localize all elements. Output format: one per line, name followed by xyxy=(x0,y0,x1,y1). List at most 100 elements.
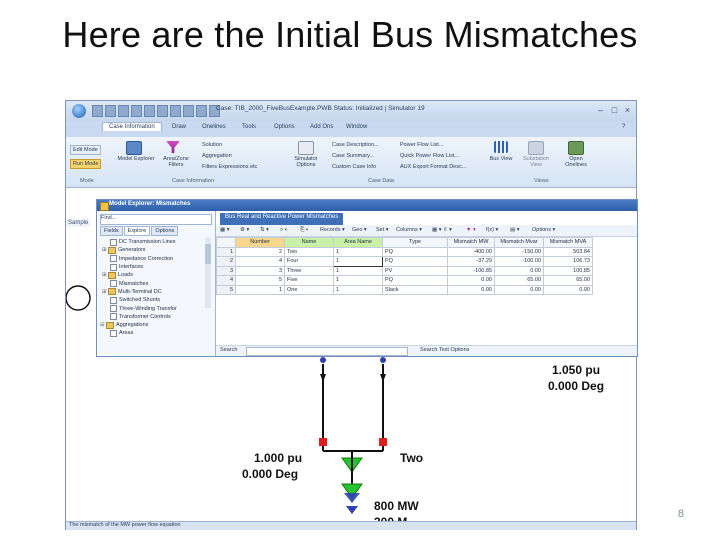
area-zone-filters-button[interactable]: Area/Zone Filters xyxy=(156,156,196,168)
tab-explore[interactable]: Explore xyxy=(123,226,151,236)
cell-type[interactable]: PV xyxy=(382,265,448,276)
col-number[interactable]: Number xyxy=(235,237,285,248)
bus-view-button[interactable]: Bus View xyxy=(486,156,516,162)
cell-name[interactable]: Five xyxy=(284,275,334,286)
aggregation-menu[interactable]: Aggregation xyxy=(202,153,232,159)
qat-button[interactable] xyxy=(170,105,181,117)
app-menu-orb-icon[interactable] xyxy=(72,104,86,118)
tree-item-areas[interactable]: Areas xyxy=(100,329,210,337)
cell-name[interactable]: Three xyxy=(284,265,334,276)
tree-item-generators[interactable]: ⊞ Generators xyxy=(100,246,210,254)
cell-type[interactable]: Slack xyxy=(382,284,448,295)
tree-item-impedance-correction[interactable]: Impedance Correction xyxy=(100,255,210,263)
cell-mismatch-mva[interactable]: 100.85 xyxy=(543,265,593,276)
col-name[interactable]: Name xyxy=(284,237,334,248)
simulator-options-icon[interactable] xyxy=(298,141,314,155)
cell-mismatch-mvar[interactable]: 65.00 xyxy=(494,275,544,286)
col-mismatch-mw[interactable]: Mismatch MW xyxy=(447,237,495,248)
tree-item-three-winding-transformers[interactable]: Three-Winding Transfor xyxy=(100,304,210,313)
tree-item-loads[interactable]: ⊞ Loads xyxy=(100,271,210,279)
grid-find-icon[interactable]: ⌕ ▾ xyxy=(280,227,287,234)
grid-options-menu[interactable]: Options ▾ xyxy=(532,227,555,233)
substation-view-icon[interactable] xyxy=(528,141,544,155)
tab-fields[interactable]: Fields xyxy=(100,226,123,236)
cell-mismatch-mva[interactable]: 503.84 xyxy=(543,246,593,257)
open-onelines-button[interactable]: Open Onelines xyxy=(560,156,592,168)
search-input[interactable] xyxy=(246,347,408,356)
minimize-icon[interactable]: – xyxy=(594,104,607,116)
cell-mismatch-mvar[interactable]: 0.00 xyxy=(494,284,544,295)
cell-mismatch-mva[interactable]: 65.00 xyxy=(543,275,593,286)
cell-mismatch-mva[interactable]: 0.00 xyxy=(543,284,593,295)
tree-item-aggregations[interactable]: ⊟ Aggregations xyxy=(100,321,210,329)
grid-sort-icon[interactable]: ⇅ ▾ xyxy=(260,227,269,233)
tab-bus-mismatches[interactable]: Bus Real and Reactive Power Mismatches xyxy=(220,213,344,225)
aux-export-format-button[interactable]: AUX Export Format Desc... xyxy=(400,164,466,170)
tab-window[interactable]: Window xyxy=(346,124,367,130)
cell-type[interactable]: PQ xyxy=(382,246,448,257)
help-icon[interactable]: ? xyxy=(622,124,625,130)
table-row[interactable]: 1 2 Two 1 PQ -400.00 -150.00 503.84 xyxy=(216,246,593,257)
tab-draw[interactable]: Draw xyxy=(172,124,186,130)
cell-number[interactable]: 1 xyxy=(235,284,285,295)
cell-number[interactable]: 4 xyxy=(235,256,285,267)
tree-item-transformer-controls[interactable]: Transformer Controls xyxy=(100,313,210,321)
cell-area[interactable]: 1 xyxy=(333,246,383,257)
cell-name[interactable]: One xyxy=(284,284,334,295)
cell-name[interactable]: Two xyxy=(284,246,334,257)
find-combo[interactable]: Find... xyxy=(100,214,212,225)
grid-options-icon[interactable]: ▦ ▾ xyxy=(220,227,230,233)
open-onelines-icon[interactable] xyxy=(568,141,584,155)
cell-area[interactable]: 1 xyxy=(333,265,383,276)
qat-button[interactable] xyxy=(144,105,155,117)
tab-add-ons[interactable]: Add Ons xyxy=(310,124,333,130)
cell-type[interactable]: PQ xyxy=(382,275,448,286)
qat-button[interactable] xyxy=(92,105,103,117)
col-area-name[interactable]: Area Name xyxy=(333,237,383,248)
cell-mismatch-mw[interactable]: -400.00 xyxy=(447,246,495,257)
grid-icons[interactable]: ▦ ▾ ⇳ ▾ xyxy=(432,227,452,233)
grid-set-menu[interactable]: Set ▾ xyxy=(376,227,389,233)
cell-number[interactable]: 3 xyxy=(235,265,285,276)
power-flow-list-button[interactable]: Power Flow List... xyxy=(400,142,443,148)
tab-options[interactable]: Options xyxy=(274,124,295,130)
qat-button[interactable] xyxy=(183,105,194,117)
model-explorer-icon[interactable] xyxy=(126,141,142,155)
cell-type[interactable]: PQ xyxy=(382,256,448,267)
grid-table-icon[interactable]: ▤ ▾ xyxy=(510,227,520,233)
tree-item-interfaces[interactable]: Interfaces xyxy=(100,263,210,271)
search-options-link[interactable]: Search Text Options xyxy=(420,347,469,353)
tree-scrollbar[interactable] xyxy=(205,238,211,308)
tab-tools[interactable]: Tools xyxy=(242,124,256,130)
table-row[interactable]: 4 5 Five 1 PQ 0.00 65.00 65.00 xyxy=(216,275,593,286)
cell-mismatch-mvar[interactable]: 0.00 xyxy=(494,265,544,276)
tree-item-multi-terminal-dc[interactable]: ⊞ Multi-Terminal DC xyxy=(100,288,210,296)
cell-area-selected[interactable]: 1 xyxy=(333,256,383,267)
model-explorer-button[interactable]: Model Explorer xyxy=(116,156,156,162)
grid-copy-icon[interactable]: ⎘ ▾ xyxy=(300,227,308,234)
cell-area[interactable]: 1 xyxy=(333,284,383,295)
case-summary-button[interactable]: Case Summary... xyxy=(332,153,374,159)
qat-button[interactable] xyxy=(105,105,116,117)
qat-button[interactable] xyxy=(157,105,168,117)
grid-fx-menu[interactable]: f(x) ▾ xyxy=(486,227,498,233)
table-row[interactable]: 5 1 One 1 Slack 0.00 0.00 0.00 xyxy=(216,284,593,295)
oneline-tab-sample[interactable]: Sample xyxy=(66,219,91,227)
tab-onelines[interactable]: Onelines xyxy=(202,124,226,130)
cell-name[interactable]: Four xyxy=(284,256,334,267)
col-mismatch-mva[interactable]: Mismatch MVA xyxy=(543,237,593,248)
tree-item-mismatches[interactable]: Mismatches xyxy=(100,279,210,288)
cell-mismatch-mvar[interactable]: -150.00 xyxy=(494,246,544,257)
solution-menu[interactable]: Solution xyxy=(202,142,222,148)
qat-button[interactable] xyxy=(131,105,142,117)
grid-filter-icon[interactable]: ▼ ▾ xyxy=(466,227,476,233)
grid-columns-menu[interactable]: Columns ▾ xyxy=(396,227,422,233)
cell-number[interactable]: 5 xyxy=(235,275,285,286)
col-type[interactable]: Type xyxy=(382,237,448,248)
tree-item-dc-transmission-lines[interactable]: DC Transmission Lines xyxy=(100,238,210,246)
filters-expressions-menu[interactable]: Filters Expressions etc xyxy=(202,164,257,170)
custom-case-info-button[interactable]: Custom Case Info xyxy=(332,164,376,170)
grid-tool-icon[interactable]: ⚙ ▾ xyxy=(240,227,249,233)
filter-funnel-icon[interactable] xyxy=(166,141,180,153)
cell-mismatch-mvar[interactable]: -100.00 xyxy=(494,256,544,267)
